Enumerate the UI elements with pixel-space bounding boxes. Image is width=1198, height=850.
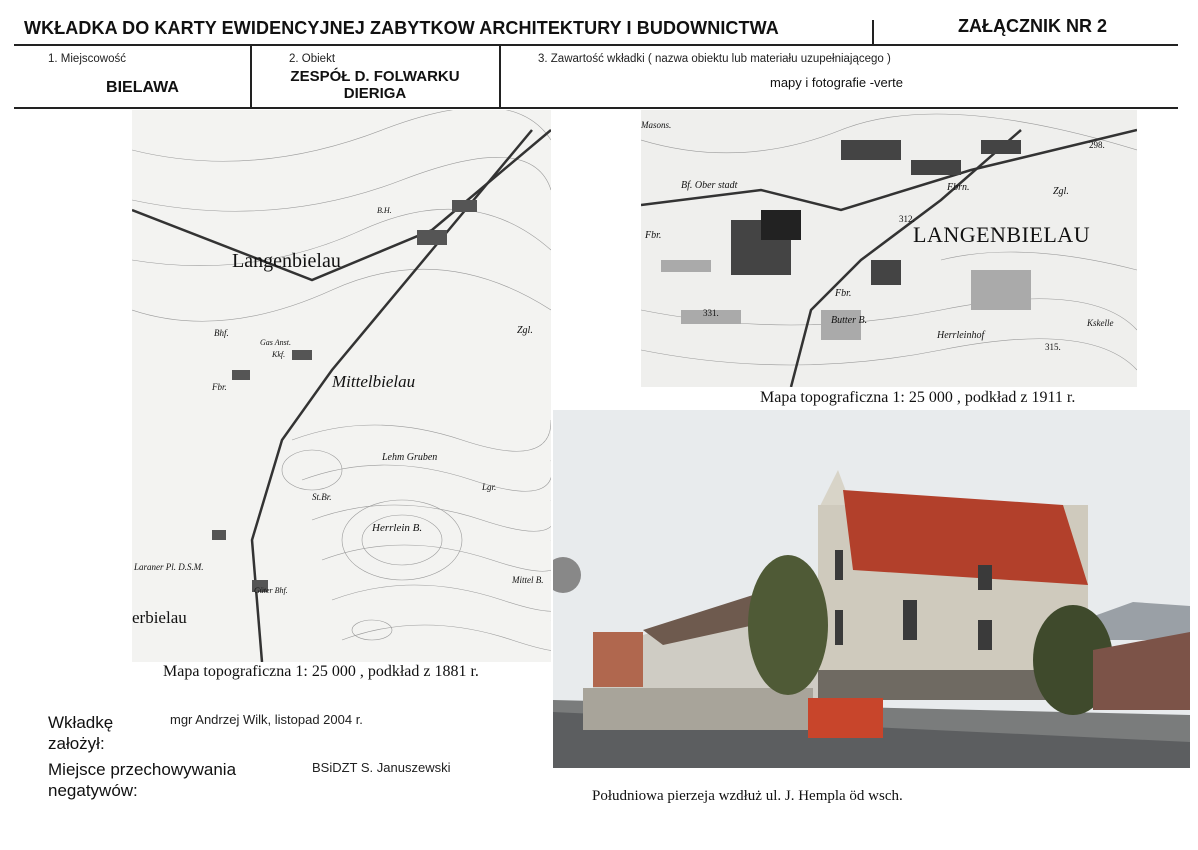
storage-label-line2: negatywów: bbox=[48, 781, 138, 800]
map-1911-image: LANGENBIELAU Bf. Ober stadt Fbrn. Fbr. Z… bbox=[641, 110, 1137, 387]
founded-label-line2: założył: bbox=[48, 734, 105, 753]
object-label: 2. Obiekt bbox=[289, 53, 336, 65]
founded-value: mgr Andrzej Wilk, listopad 2004 r. bbox=[170, 712, 363, 727]
map-1911-caption: Mapa topograficzna 1: 25 000 , podkład z… bbox=[760, 389, 1076, 406]
locality-label: 1. Miejscowość bbox=[48, 53, 126, 65]
map-1881-label-herrlein: Herrlein B. bbox=[372, 522, 423, 534]
map-1911-label-331: 331. bbox=[703, 308, 719, 318]
object-value-line1: ZESPÓŁ D. FOLWARKU bbox=[290, 68, 460, 85]
content-value: mapy i fotografie -verte bbox=[770, 75, 903, 90]
map-1881-label-lehm: Lehm Gruben bbox=[382, 452, 438, 463]
map-1881-label-mittelb: Mittel B. bbox=[512, 575, 544, 585]
map-1911-label-fbr-center: Fbr. bbox=[835, 288, 852, 299]
founded-label-line1: Wkładkę bbox=[48, 713, 114, 732]
map-1911-label-bf-oberstadt: Bf. Ober stadt bbox=[681, 180, 738, 191]
header-rule-top bbox=[14, 44, 1178, 46]
map-1911-label-herrleinhof: Herrleinhof bbox=[937, 330, 985, 341]
map-1881-label-kkf: Kkf. bbox=[272, 350, 286, 359]
photo-caption: Południowa pierzeja wzdłuż ul. J. Hempla… bbox=[592, 788, 903, 804]
map-1881-label-zgl: Zgl. bbox=[517, 325, 533, 336]
map-1911-label-fbr-left: Fbr. bbox=[645, 230, 662, 241]
header-rule-bottom bbox=[14, 107, 1178, 109]
map-1911-label-butter: Butter B. bbox=[831, 315, 868, 326]
storage-value: BSiDZT S. Januszewski bbox=[312, 760, 451, 775]
map-1911-label-langenbielau: LANGENBIELAU bbox=[913, 222, 1091, 247]
map-1881-label-bh: B.H. bbox=[377, 206, 392, 215]
map-1881-label-fbr: Fbr. bbox=[212, 382, 227, 392]
annex-number: ZAŁĄCZNIK NR 2 bbox=[958, 16, 1107, 36]
map-1911-label-312: 312. bbox=[899, 214, 915, 224]
content-label: 3. Zawartość wkładki ( nazwa obiektu lub… bbox=[538, 53, 891, 65]
header-divider-vertical bbox=[872, 20, 874, 46]
map-1881-label-lgr: Lgr. bbox=[482, 482, 497, 492]
map-1881-label-bhf: Bhf. bbox=[214, 328, 229, 338]
map-1881-label-mittelbielau: Mittelbielau bbox=[332, 372, 416, 391]
map-1881-label-langenbielau: Langenbielau bbox=[232, 250, 341, 272]
map-1881-label-gas: Gas Anst. bbox=[260, 338, 291, 347]
street-photo bbox=[553, 410, 1190, 768]
map-1881-image: Langenbielau Mittelbielau erbielau Herrl… bbox=[132, 110, 551, 662]
object-value-line2: DIERIGA bbox=[343, 85, 407, 102]
map-1881-caption: Mapa topograficzna 1: 25 000 , podkład z… bbox=[163, 663, 479, 680]
document-title: WKŁADKA DO KARTY EWIDENCYJNEJ ZABYTKOW A… bbox=[24, 18, 779, 38]
map-1911-label-fbrn: Fbrn. bbox=[947, 182, 970, 193]
map-1881-label-laraner: Laraner Pl. D.S.M. bbox=[134, 562, 204, 572]
map-1911-label-298: 298. bbox=[1089, 140, 1105, 150]
map-1911-label-masons: Masons. bbox=[641, 120, 672, 130]
map-1881-label-stbr: St.Br. bbox=[312, 492, 332, 502]
field-divider-2 bbox=[499, 46, 501, 108]
map-1881-label-erbielau: erbielau bbox=[132, 608, 187, 627]
map-1881-label-guter: Güter Bhf. bbox=[254, 586, 288, 595]
storage-label-line1: Miejsce przechowywania bbox=[48, 760, 237, 779]
field-divider-1 bbox=[250, 46, 252, 108]
map-1911-label-kskelle: Kskelle bbox=[1087, 318, 1114, 328]
map-1911-label-zgl: Zgl. bbox=[1053, 186, 1069, 197]
map-1911-label-315: 315. bbox=[1045, 342, 1061, 352]
locality-value: BIELAWA bbox=[106, 79, 179, 96]
